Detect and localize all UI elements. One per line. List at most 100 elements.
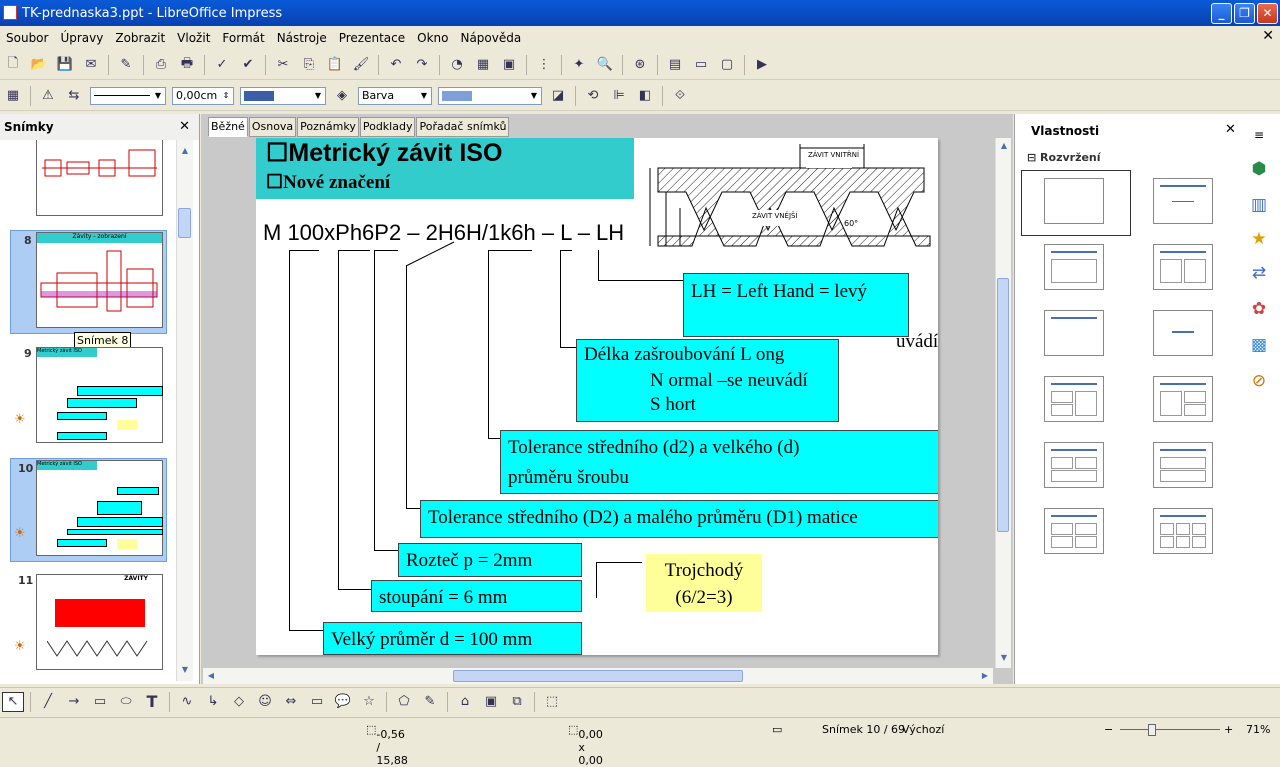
close-window-button[interactable]: ✕ — [1257, 3, 1278, 24]
curve-tool-icon[interactable]: ∿ — [176, 692, 198, 712]
box-stoupani[interactable]: stoupání = 6 mm — [371, 580, 582, 612]
slide-thumbnail-10[interactable]: Metrický závit ISO — [36, 460, 163, 556]
animation-icon[interactable]: ⇄ — [1248, 262, 1270, 284]
zoom-in-icon[interactable]: + — [1224, 723, 1233, 736]
layout-icon[interactable]: ▭ — [690, 55, 712, 75]
save-icon[interactable]: 💾 — [54, 55, 76, 75]
arrange-icon[interactable]: ◧ — [634, 86, 656, 106]
rotate-icon[interactable]: ⟲ — [582, 86, 604, 106]
scroll-thumb[interactable] — [453, 670, 743, 682]
chart-icon[interactable]: ◔ — [446, 55, 468, 75]
scroll-thumb[interactable] — [178, 208, 191, 238]
menu-soubor[interactable]: Soubor — [0, 31, 54, 45]
menu-format[interactable]: Formát — [216, 31, 270, 45]
shadow-icon[interactable]: ◪ — [547, 86, 569, 106]
flowchart-icon[interactable]: ▭ — [306, 692, 328, 712]
box-trojchody[interactable]: Trojchodý (6/2=3) — [646, 554, 762, 612]
layout-title-6content[interactable] — [1153, 508, 1213, 554]
tab-osnova[interactable]: Osnova — [248, 117, 297, 137]
zoom-slider-handle[interactable] — [1148, 724, 1156, 736]
insert-media-icon[interactable]: ⧉ — [506, 692, 528, 712]
slideshow-icon[interactable]: ▶ — [751, 55, 773, 75]
connector-tool-icon[interactable]: ↳ — [202, 692, 224, 712]
close-document-icon[interactable]: ✕ — [1262, 28, 1274, 44]
close-slides-panel-icon[interactable]: ✕ — [179, 119, 190, 134]
menu-okno[interactable]: Okno — [411, 31, 454, 45]
spellcheck-icon[interactable]: ✓ — [211, 55, 233, 75]
help-icon[interactable]: ⊛ — [629, 55, 651, 75]
menu-vlozit[interactable]: Vložit — [171, 31, 216, 45]
autospell-icon[interactable]: ✔ — [237, 55, 259, 75]
slide-thumbnail-9[interactable]: Metrický závit ISO — [36, 347, 163, 443]
layout-title-2content-over[interactable] — [1044, 442, 1104, 488]
arrow-tool-icon[interactable]: → — [63, 692, 85, 712]
stars-icon[interactable]: ☆ — [358, 692, 380, 712]
table-icon[interactable]: ▦ — [472, 55, 494, 75]
area-icon[interactable]: ◈ — [331, 86, 353, 106]
image-icon[interactable]: ▣ — [498, 55, 520, 75]
layout-title-content-over[interactable] — [1153, 442, 1213, 488]
box-roztec[interactable]: Rozteč p = 2mm — [398, 543, 582, 577]
arrow-style-icon[interactable]: ⇆ — [63, 86, 85, 106]
properties-deck-icon[interactable]: ⬢ — [1248, 158, 1270, 180]
box-velky-prumer[interactable]: Velký průměr d = 100 mm — [323, 622, 582, 655]
symbol-shapes-icon[interactable]: ☺ — [254, 692, 276, 712]
scroll-up-icon[interactable]: ▲ — [177, 146, 193, 155]
slide-thumbnail-8[interactable]: Závity - zobrazení — [36, 232, 163, 328]
line-style-select[interactable]: ▼ — [90, 86, 166, 105]
open-icon[interactable]: 📂 — [28, 55, 50, 75]
menu-upravy[interactable]: Úpravy — [54, 31, 109, 45]
maximize-button[interactable]: ❐ — [1234, 3, 1255, 24]
menu-prezentace[interactable]: Prezentace — [333, 31, 411, 45]
text-tool-icon[interactable]: T — [141, 692, 163, 712]
tab-bezne[interactable]: Běžné — [208, 117, 248, 137]
minimize-button[interactable]: _ — [1211, 3, 1232, 24]
layout-title-text[interactable] — [1044, 244, 1104, 290]
slide-horizontal-scrollbar[interactable]: ◀ ▶ — [203, 668, 993, 684]
layout-title-2content-1[interactable] — [1044, 376, 1104, 422]
email-icon[interactable]: ✉ — [80, 55, 102, 75]
scroll-right-icon[interactable]: ▶ — [977, 671, 993, 680]
grid-icon[interactable]: ⋮ — [533, 55, 555, 75]
master-slides-icon[interactable]: ▥ — [1248, 194, 1270, 216]
slides-scrollbar[interactable]: ▲ ▼ — [176, 140, 193, 681]
line-icon[interactable]: ⚠ — [37, 86, 59, 106]
menu-napoveda[interactable]: Nápověda — [454, 31, 527, 45]
menu-nastroje[interactable]: Nástroje — [271, 31, 333, 45]
master-icon[interactable]: ▢ — [716, 55, 738, 75]
style-icon[interactable]: ▦ — [2, 86, 24, 106]
tab-poznamky[interactable]: Poznámky — [297, 117, 359, 137]
glue-points-icon[interactable]: ✎ — [419, 692, 441, 712]
cut-icon[interactable]: ✂ — [272, 55, 294, 75]
paste-icon[interactable]: 📋 — [324, 55, 346, 75]
layout-title-content[interactable] — [1153, 178, 1213, 224]
scroll-thumb[interactable] — [997, 278, 1009, 532]
block-arrows-icon[interactable]: ⇔ — [280, 692, 302, 712]
ellipse-tool-icon[interactable]: ⬭ — [115, 692, 137, 712]
rectangle-tool-icon[interactable]: ▭ — [89, 692, 111, 712]
toggle-extrusion-icon[interactable]: ⟐ — [669, 86, 691, 106]
redo-icon[interactable]: ↷ — [411, 55, 433, 75]
scroll-up-icon[interactable]: ▲ — [996, 141, 1012, 150]
callouts-icon[interactable]: 💬 — [332, 692, 354, 712]
new-icon[interactable]: 🗋 — [2, 55, 24, 75]
layout-centered-text[interactable] — [1153, 310, 1213, 356]
export-pdf-icon[interactable]: ⎙ — [150, 55, 172, 75]
box-lh[interactable]: LH = Left Hand = levý — [683, 273, 909, 337]
print-icon[interactable]: 🖶 — [176, 55, 198, 75]
edit-file-icon[interactable]: ✎ — [115, 55, 137, 75]
tab-podklady[interactable]: Podklady — [359, 117, 416, 137]
slide-icon[interactable]: ▤ — [664, 55, 686, 75]
slide-vertical-scrollbar[interactable]: ▲ ▼ — [995, 138, 1011, 668]
scroll-left-icon[interactable]: ◀ — [203, 671, 219, 680]
undo-icon[interactable]: ↶ — [385, 55, 407, 75]
layout-title-content-2[interactable] — [1153, 376, 1213, 422]
line-width-input[interactable]: 0,00cm ⇕ — [172, 86, 234, 105]
layout-title-4content[interactable] — [1044, 508, 1104, 554]
fontwork-icon[interactable]: ⌂ — [454, 692, 476, 712]
line-color-select[interactable]: ▼ — [240, 86, 326, 105]
menu-zobrazit[interactable]: Zobrazit — [109, 31, 171, 45]
gallery-icon[interactable]: ★ — [1248, 228, 1270, 250]
close-properties-icon[interactable]: ✕ — [1225, 122, 1236, 137]
line-tool-icon[interactable]: ╱ — [37, 692, 59, 712]
